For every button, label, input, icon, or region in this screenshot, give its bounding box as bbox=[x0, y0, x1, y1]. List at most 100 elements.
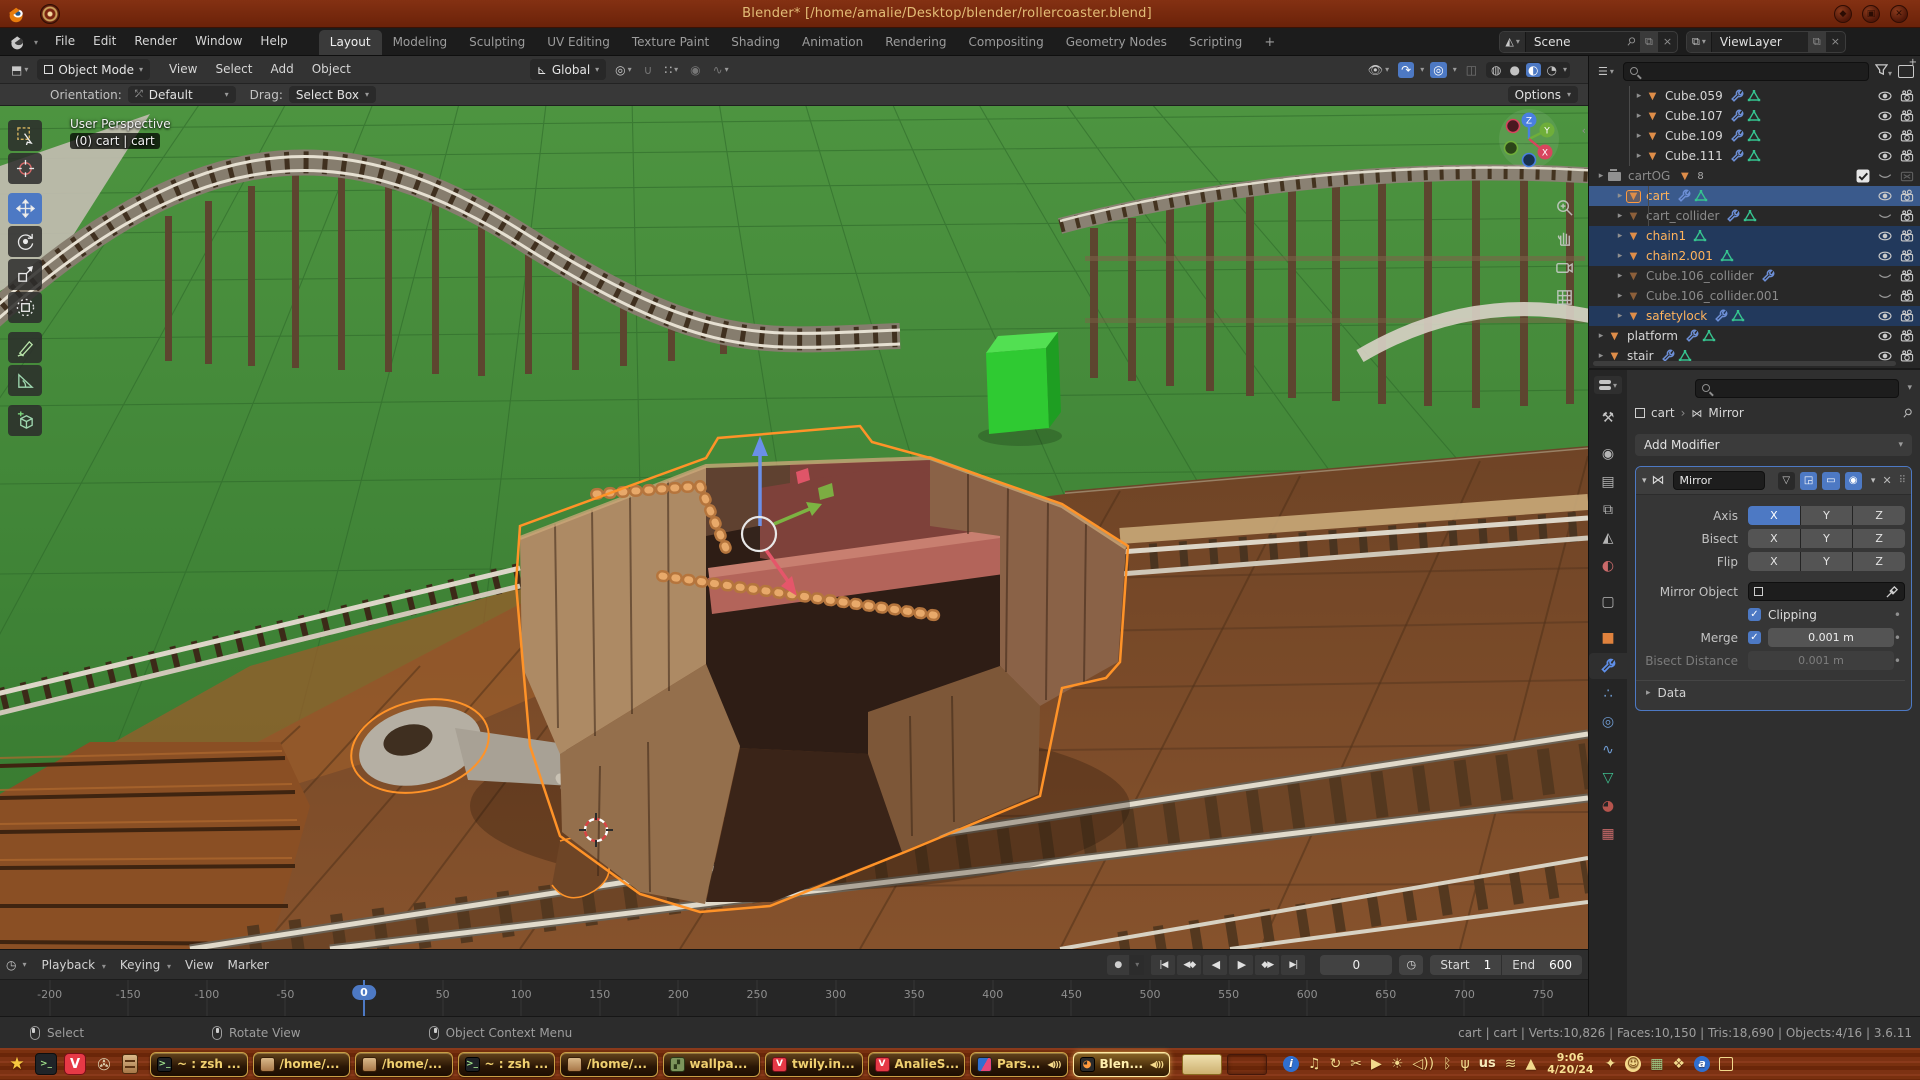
taskbar-window-twilyin[interactable]: Vtwily.in... bbox=[765, 1052, 863, 1077]
use-preview-range-icon[interactable]: ◷ bbox=[1399, 955, 1423, 975]
dictionary-icon[interactable]: a bbox=[1694, 1056, 1710, 1072]
eye-icon[interactable] bbox=[1878, 149, 1892, 163]
eyedropper-icon[interactable] bbox=[1886, 585, 1899, 598]
proportional-edit-icon[interactable]: ◉ bbox=[687, 62, 703, 78]
object-icon[interactable]: ■ bbox=[1589, 625, 1627, 651]
show-desktop-icon[interactable] bbox=[1719, 1057, 1733, 1071]
expand-icon[interactable]: ▸ bbox=[1614, 291, 1626, 301]
glow-lamp-icon[interactable]: ✦ bbox=[1605, 1048, 1617, 1080]
collection-icon[interactable]: ▢ bbox=[1589, 589, 1627, 615]
menu-render[interactable]: Render bbox=[125, 28, 186, 55]
object-name[interactable]: Cube.106_collider.001 bbox=[1646, 289, 1779, 303]
green-cube-object[interactable] bbox=[978, 332, 1062, 446]
scene-icon[interactable]: ◭ bbox=[1589, 525, 1627, 551]
workspace-2[interactable] bbox=[1227, 1054, 1267, 1075]
animate-dot-icon[interactable]: • bbox=[1894, 608, 1905, 622]
rendered-shading-icon[interactable]: ◔ bbox=[1545, 63, 1559, 77]
eye-icon[interactable] bbox=[1878, 309, 1892, 323]
camera-icon[interactable] bbox=[1900, 109, 1914, 123]
expand-icon[interactable]: ▸ bbox=[1614, 271, 1626, 281]
animate-dot-icon[interactable]: • bbox=[1894, 654, 1905, 668]
browser-launcher-icon[interactable]: V bbox=[64, 1053, 86, 1075]
bisect-distance-field[interactable]: 0.001 m bbox=[1748, 651, 1894, 670]
camera-icon[interactable] bbox=[1900, 249, 1914, 263]
smiley-icon[interactable]: ☺ bbox=[1625, 1056, 1641, 1072]
timeline-menu-view[interactable]: View bbox=[178, 958, 220, 972]
viewport-menu-select[interactable]: Select bbox=[206, 56, 261, 83]
outliner-search-input[interactable] bbox=[1643, 65, 1862, 78]
hidden-eye-icon[interactable] bbox=[1878, 269, 1892, 283]
material-preview-icon[interactable]: ◐ bbox=[1526, 63, 1540, 77]
eject-icon[interactable]: ▲ bbox=[1525, 1048, 1536, 1080]
object-name[interactable]: platform bbox=[1627, 329, 1678, 343]
camera-icon[interactable] bbox=[1900, 309, 1914, 323]
animate-dot-icon[interactable]: • bbox=[1894, 631, 1905, 645]
tab-modeling[interactable]: Modeling bbox=[382, 30, 459, 55]
taskbar-window-home[interactable]: /home/... bbox=[560, 1052, 658, 1077]
info-icon[interactable]: i bbox=[1283, 1056, 1299, 1072]
end-frame-field[interactable]: End600 bbox=[1502, 955, 1582, 975]
select-box-tool[interactable] bbox=[8, 120, 42, 151]
viewport-menu-object[interactable]: Object bbox=[303, 56, 360, 83]
current-frame-field[interactable]: 0 bbox=[1320, 955, 1392, 975]
new-collection-icon[interactable] bbox=[1898, 65, 1914, 78]
mode-dropdown[interactable]: Object Mode ▾ bbox=[37, 59, 150, 80]
camera-icon[interactable] bbox=[1900, 329, 1914, 343]
expand-icon[interactable]: ▸ bbox=[1614, 191, 1626, 201]
physics-icon[interactable]: ◎ bbox=[1589, 709, 1627, 735]
data-icon[interactable]: ▽ bbox=[1589, 765, 1627, 791]
viewlayer-selector[interactable]: ⧉▾ ViewLayer ⧉ × bbox=[1686, 31, 1846, 53]
editor-type-icon[interactable]: ⬒▾ bbox=[8, 62, 31, 78]
cursor-tool[interactable] bbox=[8, 153, 42, 184]
tab-compositing[interactable]: Compositing bbox=[957, 30, 1054, 55]
clipping-checkbox[interactable]: ✓ bbox=[1748, 608, 1761, 621]
add-workspace-button[interactable]: + bbox=[1253, 30, 1286, 55]
axis-z-button[interactable]: Z bbox=[1853, 506, 1905, 525]
transform-tool[interactable] bbox=[8, 292, 42, 323]
output-icon[interactable]: ▤ bbox=[1589, 469, 1627, 495]
bisect-y-button[interactable]: Y bbox=[1801, 529, 1853, 548]
viewlayer-icon[interactable]: ⧉ bbox=[1589, 497, 1627, 523]
timeline-editor-icon[interactable]: ◷ bbox=[6, 958, 16, 972]
gizmo-x-label[interactable]: X bbox=[1542, 149, 1548, 159]
outliner-row-cart_collider[interactable]: ▸▼cart_collider bbox=[1589, 206, 1920, 226]
outliner-row-Cube.106_collider[interactable]: ▸▼Cube.106_collider bbox=[1589, 266, 1920, 286]
menu-help[interactable]: Help bbox=[251, 28, 296, 55]
show-gizmo-icon[interactable]: ↷ bbox=[1398, 62, 1414, 78]
lamp-icon[interactable]: ☀ bbox=[1391, 1048, 1404, 1080]
hidden-eye-icon[interactable] bbox=[1878, 169, 1892, 183]
playback-button-4[interactable]: ◆▶ bbox=[1255, 955, 1279, 975]
pivot-point-icon[interactable]: ◎▾ bbox=[612, 62, 635, 78]
pouch-icon[interactable]: ❖ bbox=[1673, 1048, 1686, 1080]
gizmo-center-handle[interactable] bbox=[742, 517, 776, 551]
particles-icon[interactable]: ∴ bbox=[1589, 681, 1627, 707]
camera-icon[interactable] bbox=[1900, 149, 1914, 163]
eye-icon[interactable] bbox=[1878, 129, 1892, 143]
snap-settings-icon[interactable]: ∷▾ bbox=[661, 62, 681, 78]
outliner-row-cart[interactable]: ▸▼cart bbox=[1589, 186, 1920, 206]
add-modifier-dropdown[interactable]: Add Modifier▾ bbox=[1635, 434, 1912, 456]
tab-layout[interactable]: Layout bbox=[319, 30, 382, 55]
timeline-menu-marker[interactable]: Marker bbox=[221, 958, 276, 972]
drag-setting-dropdown[interactable]: Select Box ▾ bbox=[289, 86, 376, 103]
gizmo-y-label[interactable]: Y bbox=[1543, 127, 1550, 137]
expand-icon[interactable]: ▸ bbox=[1633, 151, 1645, 161]
camera-icon[interactable] bbox=[1900, 89, 1914, 103]
minimize-button[interactable]: ◆ bbox=[1834, 5, 1852, 23]
auto-key-record-icon[interactable]: ● bbox=[1107, 955, 1129, 975]
world-icon[interactable]: ◐ bbox=[1589, 553, 1627, 579]
expand-icon[interactable]: ▸ bbox=[1595, 331, 1607, 341]
tab-shading[interactable]: Shading bbox=[720, 30, 791, 55]
outliner-editor-icon[interactable]: ☰▾ bbox=[1595, 64, 1617, 79]
playback-button-5[interactable]: ▶| bbox=[1281, 955, 1305, 975]
flip-x-button[interactable]: X bbox=[1748, 552, 1800, 571]
pin-icon[interactable]: ⚲ bbox=[1900, 405, 1916, 421]
object-name[interactable]: Cube.107 bbox=[1665, 109, 1723, 123]
bisect-x-button[interactable]: X bbox=[1748, 529, 1800, 548]
render-display-toggle-icon[interactable]: ◉ bbox=[1845, 472, 1862, 490]
drag-handle-icon[interactable]: ⠿ bbox=[1899, 475, 1905, 486]
object-name[interactable]: Cube.106_collider bbox=[1646, 269, 1754, 283]
menu-star-icon[interactable]: ★ bbox=[6, 1053, 28, 1075]
object-name[interactable]: chain1 bbox=[1646, 229, 1686, 243]
move-tool[interactable] bbox=[8, 193, 42, 224]
